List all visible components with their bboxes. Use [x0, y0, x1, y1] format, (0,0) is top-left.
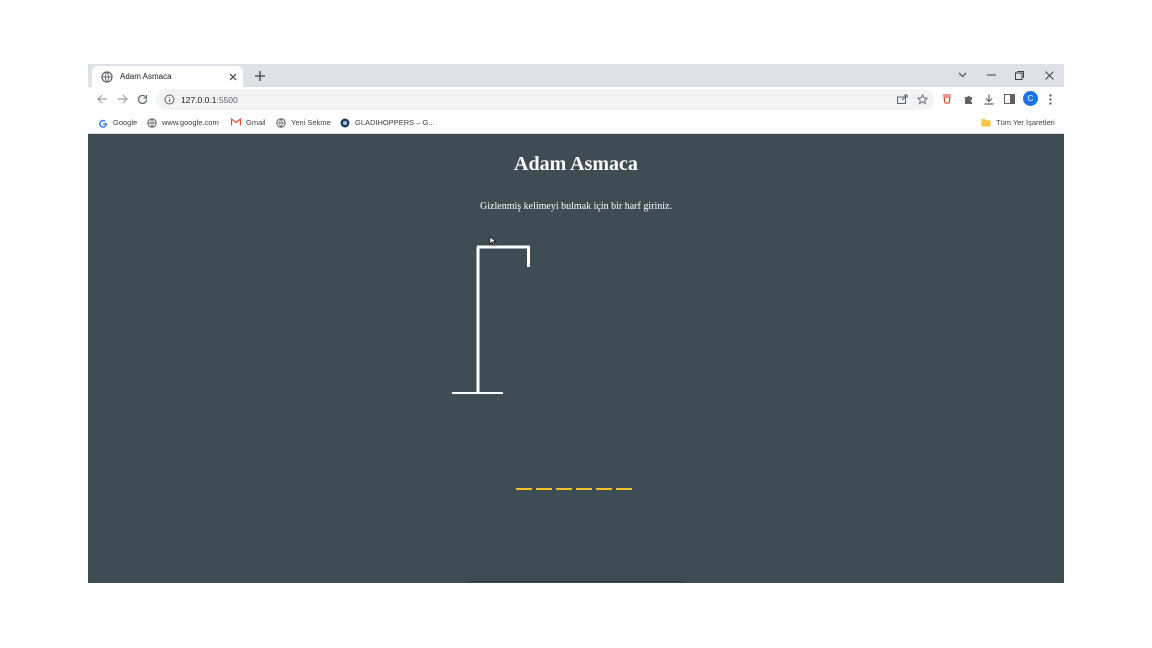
extension-shield-icon[interactable] — [940, 92, 954, 106]
menu-kebab-icon[interactable] — [1043, 92, 1057, 106]
bookmark-gmail[interactable]: Gmail — [231, 116, 266, 129]
address-bar[interactable]: 127.0.0.1:5500 — [156, 89, 934, 110]
browser-window: Adam Asmaca 127.0.0.1:5500 C Google www.… — [88, 64, 1064, 583]
download-icon[interactable] — [982, 92, 996, 106]
browser-toolbar: 127.0.0.1:5500 C — [88, 87, 1064, 112]
close-tab-icon[interactable] — [226, 70, 240, 84]
letter-slot — [536, 488, 552, 490]
hidden-word — [516, 488, 632, 490]
globe-icon — [147, 117, 157, 128]
tab-strip: Adam Asmaca — [88, 64, 1064, 87]
bookmark-gladihoppers[interactable]: GLADIHOPPERS – G... — [340, 116, 435, 129]
globe-icon — [276, 117, 286, 128]
mouse-cursor — [489, 236, 497, 246]
restore-button[interactable] — [1010, 67, 1028, 83]
tab-adam-asmaca[interactable]: Adam Asmaca — [92, 66, 243, 87]
all-bookmarks[interactable]: Tüm Yer İşaretleri — [981, 116, 1055, 129]
letter-slot — [556, 488, 572, 490]
google-icon — [98, 118, 108, 128]
back-button[interactable] — [95, 92, 109, 106]
tab-title: Adam Asmaca — [120, 72, 172, 81]
gladihoppers-icon — [340, 118, 350, 128]
minimize-button[interactable] — [982, 67, 1000, 83]
letter-slot — [616, 488, 632, 490]
letter-slot — [596, 488, 612, 490]
share-icon[interactable] — [895, 92, 909, 106]
side-panel-icon[interactable] — [1002, 92, 1016, 106]
folder-icon — [981, 118, 991, 128]
letter-slot — [576, 488, 592, 490]
page-title: Adam Asmaca — [514, 153, 638, 175]
close-window-button[interactable] — [1040, 67, 1058, 83]
bookmark-google[interactable]: Google — [98, 116, 137, 129]
letter-slot — [516, 488, 532, 490]
gmail-icon — [231, 117, 241, 128]
site-info-icon[interactable] — [164, 94, 175, 105]
extensions-puzzle-icon[interactable] — [961, 92, 975, 106]
forward-button[interactable] — [115, 92, 129, 106]
gallows-drawing — [452, 245, 530, 394]
bookmarks-bar: Google www.google.com Gmail Yeni Sekme G… — [88, 112, 1064, 134]
bookmark-google-com[interactable]: www.google.com — [147, 116, 219, 129]
tab-search-chevron-icon[interactable] — [953, 67, 971, 83]
instruction-text: Gizlenmiş kelimeyi bulmak için bir harf … — [480, 201, 672, 212]
page-content: Adam Asmaca Gizlenmiş kelimeyi bulmak iç… — [88, 134, 1064, 583]
reload-button[interactable] — [135, 92, 149, 106]
new-tab-button[interactable] — [252, 68, 268, 84]
bottom-edge — [468, 581, 684, 582]
globe-icon — [101, 70, 113, 83]
url-text: 127.0.0.1:5500 — [181, 94, 238, 105]
profile-avatar[interactable]: C — [1023, 91, 1038, 106]
bookmark-star-icon[interactable] — [915, 92, 929, 106]
bookmark-yeni-sekme[interactable]: Yeni Sekme — [276, 116, 331, 129]
